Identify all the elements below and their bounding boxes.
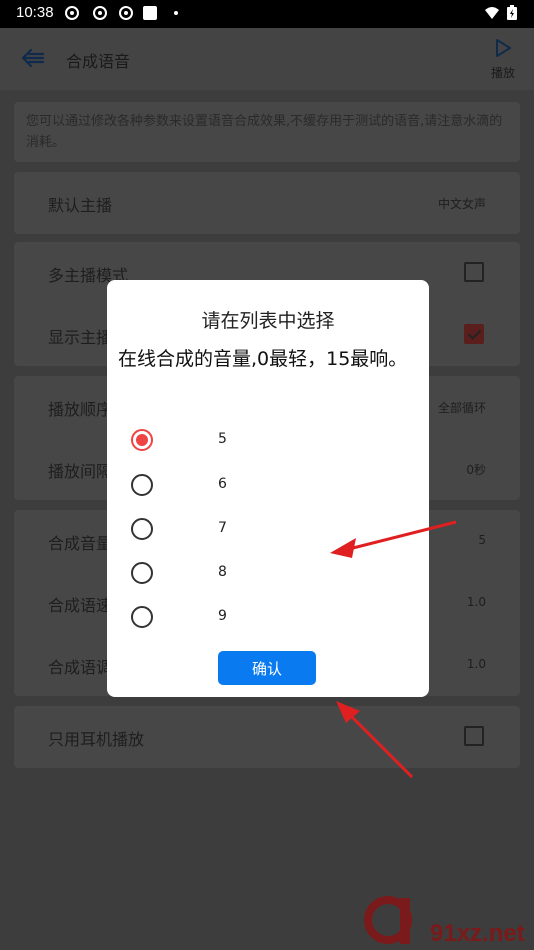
dialog-message: 在线合成的音量,0最轻，15最响。 [118, 348, 408, 370]
radio-button[interactable] [131, 518, 153, 540]
app-notification-icon [143, 6, 157, 20]
watermark-logo-icon [364, 896, 412, 944]
watermark: 91xz.net [360, 890, 534, 950]
volume-label: 合成音量 [48, 534, 113, 553]
select-dialog: 请在列表中选择 在线合成的音量,0最轻，15最响。 5 6 7 8 9 确认 [107, 280, 429, 697]
play-label: 播放 [490, 66, 515, 80]
option-item[interactable]: 5 [131, 425, 391, 455]
option-label: 5 [218, 431, 227, 447]
notification-icon [65, 6, 79, 20]
notification-icon [119, 6, 133, 20]
page-title: 合成语音 [66, 52, 131, 71]
play-order-label: 播放顺序 [48, 400, 113, 419]
pitch-label: 合成语调 [48, 658, 113, 677]
play-icon [496, 39, 511, 57]
radio-button[interactable] [131, 474, 153, 496]
earphone-only-label: 只用耳机播放 [48, 730, 145, 749]
settings-card-anchor: 默认主播 中文女声 [14, 172, 520, 234]
speed-value: 1.0 [466, 595, 486, 609]
option-label: 6 [218, 476, 227, 492]
volume-value: 5 [478, 533, 486, 547]
confirm-button[interactable]: 确认 [218, 651, 316, 685]
pitch-value: 1.0 [466, 657, 486, 671]
option-item[interactable]: 8 [131, 558, 391, 588]
show-anchor-checkbox[interactable] [464, 324, 484, 344]
status-time: 10:38 [16, 4, 54, 21]
play-order-value: 全部循环 [437, 401, 486, 415]
play-interval-value: 0秒 [466, 463, 486, 477]
multi-anchor-checkbox[interactable] [464, 262, 484, 282]
dialog-title: 请在列表中选择 [201, 310, 335, 332]
radio-button-selected[interactable] [131, 429, 153, 451]
option-item[interactable]: 7 [131, 514, 391, 544]
default-anchor-label: 默认主播 [48, 196, 113, 215]
option-label: 7 [218, 520, 227, 536]
more-notifications-icon [174, 11, 178, 15]
play-interval-label: 播放间隔 [48, 462, 113, 481]
wifi-icon [485, 7, 499, 19]
earphone-only-checkbox[interactable] [464, 726, 484, 746]
show-anchor-label: 显示主播 [48, 328, 113, 347]
earphone-only-row[interactable]: 只用耳机播放 [14, 706, 520, 768]
app-bar: 合成语音 播放 [0, 28, 534, 90]
radio-button[interactable] [131, 562, 153, 584]
settings-card-earphone: 只用耳机播放 [14, 706, 520, 768]
status-bar: 10:38 [0, 0, 534, 28]
radio-button[interactable] [131, 606, 153, 628]
description-text: 您可以通过修改各种参数来设置语音合成效果,不缓存用于测试的语音,请注意水滴的消耗… [14, 102, 520, 162]
default-anchor-row[interactable]: 默认主播 中文女声 [14, 172, 520, 234]
speed-label: 合成语速 [48, 596, 113, 615]
option-label: 8 [218, 564, 227, 580]
watermark-text: 91xz.net [430, 920, 525, 947]
option-item[interactable]: 6 [131, 470, 391, 500]
option-label: 9 [218, 608, 227, 624]
play-button[interactable]: 播放 [486, 38, 520, 81]
default-anchor-value: 中文女声 [437, 197, 486, 211]
back-arrow-icon[interactable] [20, 46, 46, 70]
notification-icon [93, 6, 107, 20]
battery-icon [507, 5, 517, 20]
option-item[interactable]: 9 [131, 602, 391, 632]
